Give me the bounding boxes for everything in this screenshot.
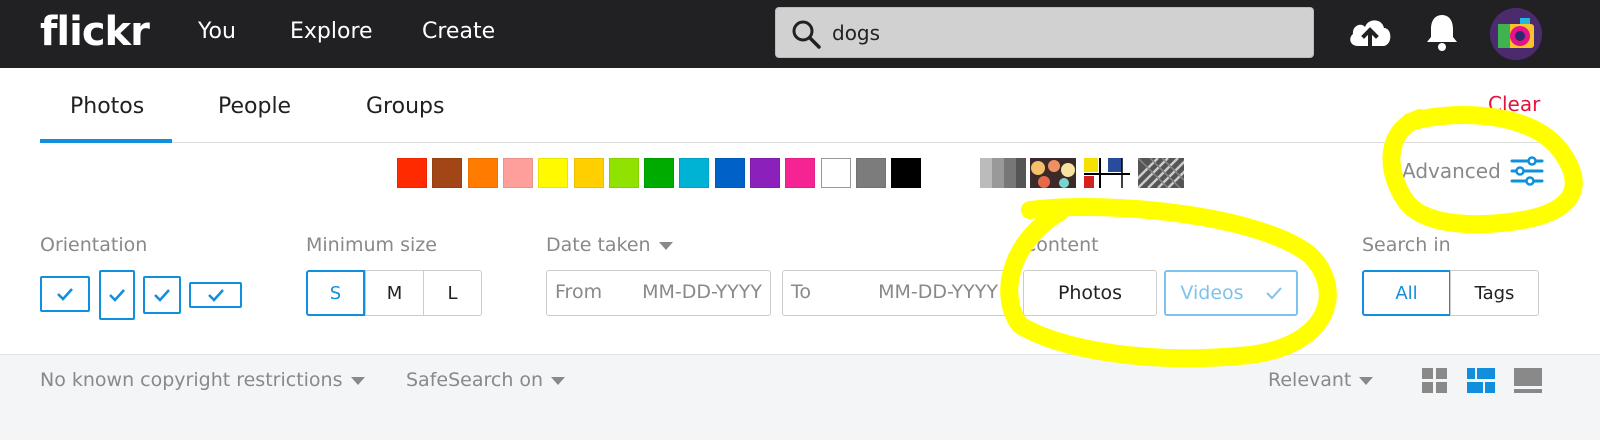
content-photos-button[interactable]: Photos (1023, 270, 1157, 316)
color-swatch[interactable] (432, 158, 462, 188)
style-black-and-white[interactable] (980, 158, 1026, 188)
check-icon (109, 289, 125, 302)
style-patterns[interactable] (1138, 158, 1184, 188)
search-in-tags-button[interactable]: Tags (1450, 270, 1539, 316)
color-swatch[interactable] (538, 158, 568, 188)
color-swatch[interactable] (609, 158, 639, 188)
safesearch-text: SafeSearch on (406, 369, 544, 391)
date-to-placeholder: MM-DD-YYYY (878, 281, 998, 303)
date-from-placeholder: MM-DD-YYYY (642, 281, 762, 303)
content-videos-label: Videos (1180, 282, 1244, 304)
clear-filters-link[interactable]: Clear (1488, 92, 1540, 116)
sort-dropdown[interactable]: Relevant (1268, 367, 1374, 393)
tab-photos[interactable]: Photos (70, 92, 144, 122)
caret-down-icon (1359, 376, 1374, 385)
color-swatch[interactable] (503, 158, 533, 188)
search-input[interactable] (832, 16, 1292, 50)
date-to-prefix: To (791, 281, 812, 303)
check-icon (57, 288, 73, 301)
justified-view-icon[interactable] (1467, 368, 1495, 394)
color-swatch[interactable] (397, 158, 427, 188)
date-to-field[interactable]: To MM-DD-YYYY (782, 270, 1007, 316)
color-swatch[interactable] (856, 158, 886, 188)
color-swatch[interactable] (715, 158, 745, 188)
flickr-logo[interactable]: flickr (40, 6, 150, 58)
content-photos-label: Photos (1057, 282, 1123, 304)
tab-people[interactable]: People (218, 92, 291, 122)
color-swatch[interactable] (468, 158, 498, 188)
active-tab-indicator (40, 139, 172, 143)
orientation-panorama-checkbox[interactable] (189, 282, 242, 308)
date-from-field[interactable]: From MM-DD-YYYY (546, 270, 771, 316)
check-icon (1265, 287, 1282, 299)
sort-text: Relevant (1268, 369, 1352, 391)
nav-you[interactable]: You (198, 18, 236, 46)
size-s-button[interactable]: S (306, 270, 365, 316)
check-icon (154, 289, 170, 302)
nav-explore[interactable]: Explore (290, 18, 373, 46)
license-dropdown[interactable]: No known copyright restrictions (40, 367, 365, 393)
orientation-label: Orientation (40, 234, 148, 256)
color-swatch[interactable] (574, 158, 604, 188)
style-shallow-depth-of-field[interactable] (1030, 158, 1076, 188)
content-videos-button[interactable]: Videos (1164, 270, 1298, 316)
size-l-button[interactable]: L (423, 270, 482, 316)
top-nav-bar: flickr You Explore Create (0, 0, 1600, 68)
nav-create[interactable]: Create (422, 18, 495, 46)
avatar[interactable] (1490, 8, 1542, 60)
search-box[interactable] (775, 7, 1314, 58)
color-swatch[interactable] (891, 158, 921, 188)
avatar-image (1490, 8, 1542, 60)
bell-icon[interactable] (1424, 12, 1460, 52)
caret-down-icon (350, 376, 365, 385)
license-text: No known copyright restrictions (40, 369, 343, 391)
safesearch-dropdown[interactable]: SafeSearch on (406, 367, 566, 393)
large-view-icon[interactable] (1514, 368, 1542, 394)
search-in-label: Search in (1362, 234, 1451, 256)
search-icon[interactable] (790, 18, 822, 50)
content-label: Content (1023, 234, 1099, 256)
sliders-icon[interactable] (1510, 156, 1544, 186)
color-swatch[interactable] (750, 158, 780, 188)
style-minimalist[interactable] (1084, 158, 1130, 188)
grid-small-icon[interactable] (1422, 368, 1448, 394)
orientation-landscape-checkbox[interactable] (40, 276, 90, 312)
date-taken-label[interactable]: Date taken (546, 232, 673, 258)
date-from-prefix: From (555, 281, 603, 303)
color-swatch[interactable] (679, 158, 709, 188)
minimum-size-label: Minimum size (306, 234, 437, 256)
color-swatch[interactable] (785, 158, 815, 188)
tabs-divider (40, 142, 1540, 143)
color-swatch[interactable] (644, 158, 674, 188)
tab-groups[interactable]: Groups (366, 92, 444, 122)
caret-down-icon (551, 376, 566, 385)
color-swatch[interactable] (821, 158, 851, 188)
orientation-portrait-checkbox[interactable] (99, 270, 135, 320)
search-in-all-button[interactable]: All (1362, 270, 1451, 316)
caret-down-icon (658, 241, 673, 250)
check-icon (207, 289, 224, 302)
advanced-label[interactable]: Advanced (1402, 158, 1501, 184)
orientation-square-checkbox[interactable] (143, 276, 181, 314)
upload-cloud-icon[interactable] (1346, 14, 1394, 50)
date-taken-text: Date taken (546, 234, 651, 256)
size-m-button[interactable]: M (365, 270, 424, 316)
